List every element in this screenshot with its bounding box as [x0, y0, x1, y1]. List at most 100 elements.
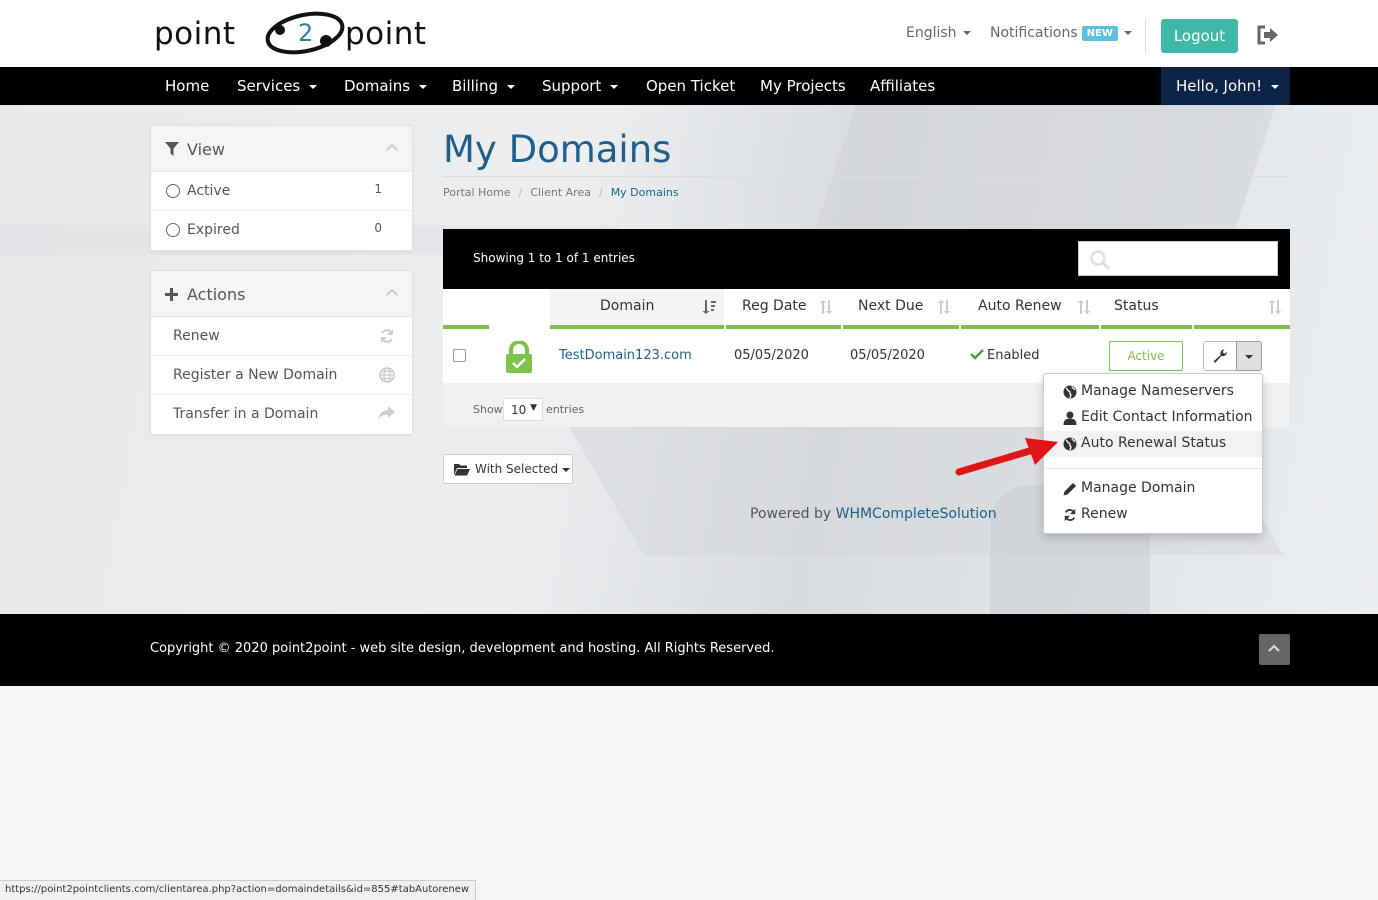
breadcrumb-client-area[interactable]: Client Area [530, 186, 591, 199]
domain-actions-dropdown: Manage Nameservers Edit Contact Informat… [1043, 373, 1263, 534]
nav-billing[interactable]: Billing [452, 77, 515, 95]
language-label: English [906, 25, 957, 41]
manage-button[interactable] [1203, 341, 1237, 371]
folder-open-icon [454, 464, 470, 476]
sign-out-icon[interactable] [1257, 25, 1279, 45]
action-transfer-domain[interactable]: Transfer in a Domain [151, 395, 412, 434]
page-title: My Domains [443, 128, 672, 171]
chevron-up-icon [386, 143, 398, 151]
powered-by-label: Powered by [750, 506, 832, 522]
menu-divider [1044, 468, 1262, 469]
col-status-label: Status [1114, 298, 1159, 314]
filter-label: Active [187, 183, 231, 199]
brand-logo[interactable]: point 2 point [154, 8, 446, 58]
nav-home[interactable]: Home [165, 77, 209, 95]
chevron-down-icon [1271, 84, 1280, 89]
col-auto-renew[interactable]: Auto Renew [960, 289, 1099, 326]
nav-domains-label: Domains [344, 77, 411, 95]
sort-icon [1268, 300, 1282, 314]
menu-item-label: Manage Nameservers [1081, 383, 1234, 399]
share-icon [378, 406, 395, 420]
domain-link[interactable]: TestDomain123.com [559, 348, 692, 363]
radio-icon[interactable] [166, 223, 180, 237]
col-domain[interactable]: Domain [550, 289, 724, 326]
user-menu[interactable]: Hello, John! [1161, 67, 1290, 105]
showing-entries: Showing 1 to 1 of 1 entries [473, 251, 635, 265]
wrench-icon [1213, 349, 1228, 363]
globe-icon [1063, 437, 1077, 451]
breadcrumb-portal-home[interactable]: Portal Home [443, 186, 511, 199]
nav-services[interactable]: Services [237, 77, 318, 95]
nav-open-ticket-label: Open Ticket [646, 77, 736, 95]
col-reg-date[interactable]: Reg Date [725, 289, 841, 326]
col-next-due[interactable]: Next Due [842, 289, 959, 326]
sort-icon [819, 300, 833, 314]
nav-affiliates[interactable]: Affiliates [870, 77, 935, 95]
browser-status-url: https://point2pointclients.com/clientare… [0, 880, 477, 900]
nav-open-ticket[interactable]: Open Ticket [646, 77, 735, 95]
chevron-down-icon [507, 84, 515, 89]
view-panel-title: View [187, 140, 225, 159]
nav-home-label: Home [165, 77, 210, 95]
col-status[interactable]: Status [1100, 289, 1290, 326]
chevron-up-icon [386, 288, 398, 296]
action-label: Transfer in a Domain [173, 406, 319, 422]
radio-icon[interactable] [166, 184, 180, 198]
table-toolbar: Showing 1 to 1 of 1 entries [443, 229, 1290, 289]
nav-services-label: Services [237, 77, 301, 95]
sort-icon [1077, 300, 1091, 314]
actions-panel-header[interactable]: Actions [151, 271, 412, 317]
nav-domains[interactable]: Domains [344, 77, 428, 95]
language-selector[interactable]: English [906, 25, 971, 41]
menu-item-label: Manage Domain [1081, 480, 1196, 496]
nav-support[interactable]: Support [542, 77, 619, 95]
logout-button[interactable]: Logout [1161, 19, 1238, 53]
notifications-menu[interactable]: Notifications NEW [990, 25, 1132, 41]
filter-count: 1 [374, 182, 382, 196]
menu-manage-nameservers[interactable]: Manage Nameservers [1044, 379, 1262, 405]
chevron-down-icon [610, 84, 619, 89]
copyright-text: Copyright © 2020 point2point - web site … [150, 641, 775, 656]
action-renew[interactable]: Renew [151, 317, 412, 356]
col-ssl [489, 289, 549, 326]
user-greeting: Hello, John! [1176, 77, 1263, 95]
table-header: Domain Reg Date Next Due Auto Renew Stat… [443, 289, 1290, 326]
menu-auto-renewal-status[interactable]: Auto Renewal Status [1044, 431, 1262, 457]
row-dropdown-toggle[interactable] [1236, 341, 1262, 371]
breadcrumb: Portal Home / Client Area / My Domains [443, 186, 679, 199]
header-divider [1145, 18, 1146, 54]
menu-renew[interactable]: Renew [1044, 502, 1262, 528]
with-selected-button[interactable]: With Selected [443, 454, 573, 484]
notifications-label: Notifications [990, 25, 1078, 41]
search-input[interactable] [1078, 241, 1278, 276]
select-arrow-icon: ▼ [530, 403, 537, 413]
user-icon [1063, 411, 1077, 425]
nav-affiliates-label: Affiliates [870, 77, 936, 95]
status-badge: Active [1109, 341, 1183, 371]
back-to-top-button[interactable] [1259, 634, 1290, 665]
breadcrumb-current: My Domains [610, 186, 679, 199]
whmcs-link[interactable]: WHMCompleteSolution [836, 506, 997, 522]
actions-panel: Actions Renew Register a New Domain Tran… [150, 270, 413, 435]
chevron-down-icon [419, 84, 428, 89]
title-divider [443, 176, 1290, 177]
menu-manage-domain[interactable]: Manage Domain [1044, 476, 1262, 502]
filter-expired[interactable]: Expired 0 [151, 211, 412, 250]
nav-billing-label: Billing [452, 77, 498, 95]
globe-icon [1063, 385, 1077, 399]
page-size-value: 10 [511, 403, 527, 417]
action-register-domain[interactable]: Register a New Domain [151, 356, 412, 395]
view-panel-header[interactable]: View [151, 126, 412, 172]
search-icon [1090, 250, 1111, 271]
sort-asc-icon [702, 300, 716, 314]
sort-icon [937, 300, 951, 314]
main-navbar: Home Services Domains Billing Support Op… [0, 67, 1378, 105]
menu-item-label: Edit Contact Information [1081, 409, 1253, 425]
nav-my-projects[interactable]: My Projects [760, 77, 846, 95]
breadcrumb-separator: / [598, 186, 603, 199]
filter-active[interactable]: Active 1 [151, 172, 412, 211]
row-checkbox[interactable] [453, 349, 466, 362]
page-size-select[interactable]: 10 ▼ [503, 398, 543, 421]
menu-edit-contact[interactable]: Edit Contact Information [1044, 405, 1262, 431]
refresh-icon [381, 329, 393, 343]
